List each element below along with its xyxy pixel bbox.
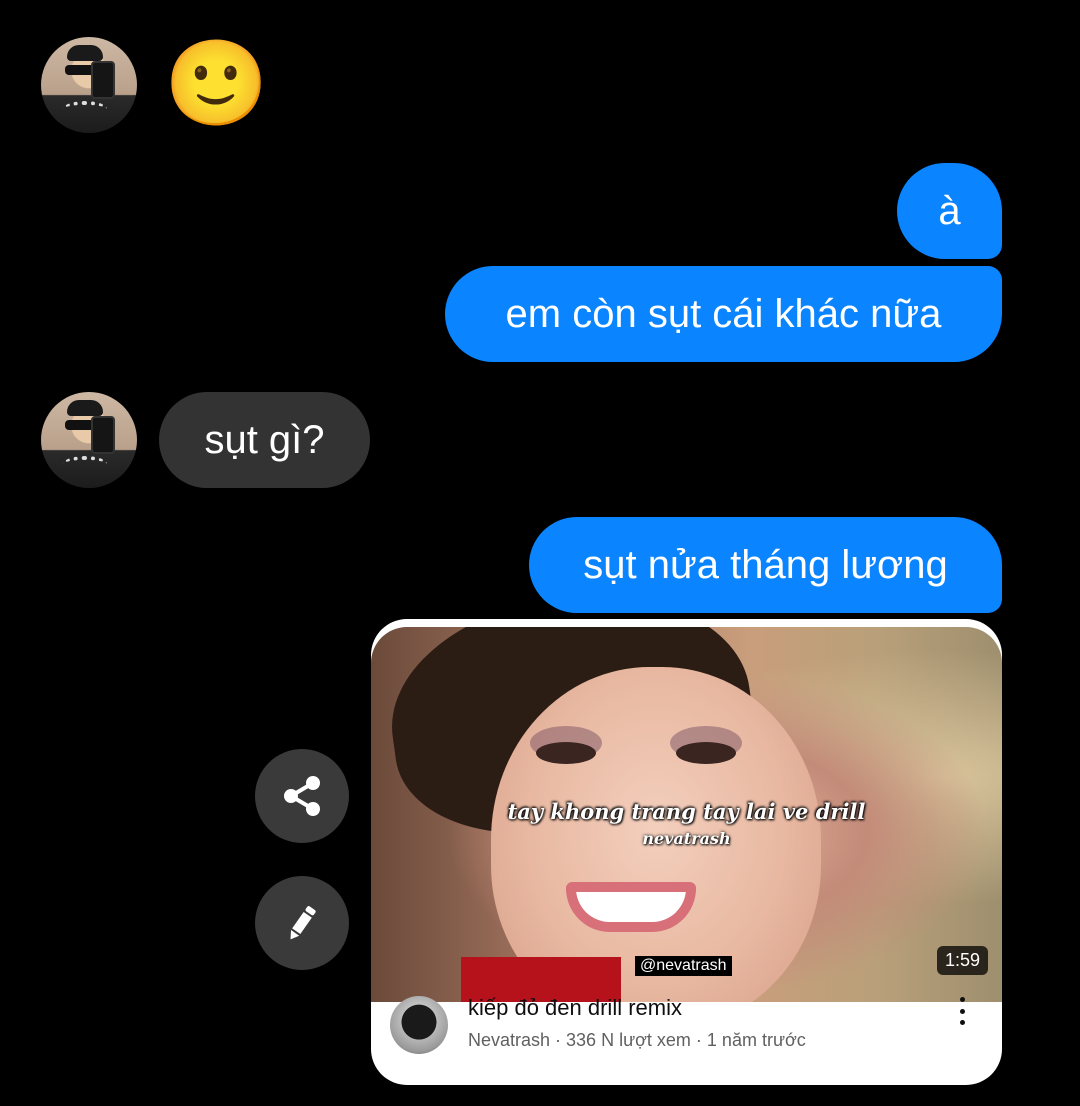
more-vertical-icon (959, 1008, 965, 1014)
contact-avatar[interactable] (41, 37, 137, 133)
outgoing-message-bubble[interactable]: em còn sụt cái khác nữa (445, 266, 1002, 362)
contact-avatar[interactable] (41, 392, 137, 488)
thumbnail-mouth (566, 882, 696, 932)
edit-pencil-icon (290, 906, 316, 940)
share-icon (284, 776, 320, 816)
video-overlay-caption: tay khong trang tay lai ve drill (507, 799, 866, 824)
edit-button[interactable] (255, 876, 349, 970)
channel-avatar[interactable] (390, 996, 448, 1054)
share-button[interactable] (255, 749, 349, 843)
video-overlay-channel: nevatrash (642, 829, 731, 848)
video-thumbnail[interactable]: tay khong trang tay lai ve drill nevatra… (371, 627, 1002, 1002)
more-options-button[interactable] (955, 997, 969, 1025)
avatar-hair (67, 45, 103, 61)
thumbnail-eye (676, 742, 736, 764)
avatar-phone (91, 416, 115, 454)
emoji-message[interactable]: 🙂 (164, 37, 269, 129)
more-vertical-icon (959, 1020, 965, 1025)
avatar-chain (63, 101, 107, 117)
more-vertical-icon (959, 997, 965, 1002)
avatar-chain (63, 456, 107, 472)
video-meta: Nevatrash · 336 N lượt xem · 1 năm trước (468, 1030, 806, 1050)
youtube-video-card[interactable]: tay khong trang tay lai ve drill nevatra… (371, 619, 1002, 1085)
thumbnail-eye (536, 742, 596, 764)
avatar-phone (91, 61, 115, 99)
video-title[interactable]: kiếp đỏ đen drill remix (468, 995, 682, 1021)
video-duration-badge: 1:59 (936, 946, 988, 975)
video-watermark: @nevatrash (635, 956, 732, 976)
incoming-message-bubble[interactable]: sụt gì? (159, 392, 370, 488)
avatar-hair (67, 400, 103, 416)
outgoing-message-bubble[interactable]: sụt nửa tháng lương (529, 517, 1002, 613)
outgoing-message-bubble[interactable]: à (897, 163, 1002, 259)
